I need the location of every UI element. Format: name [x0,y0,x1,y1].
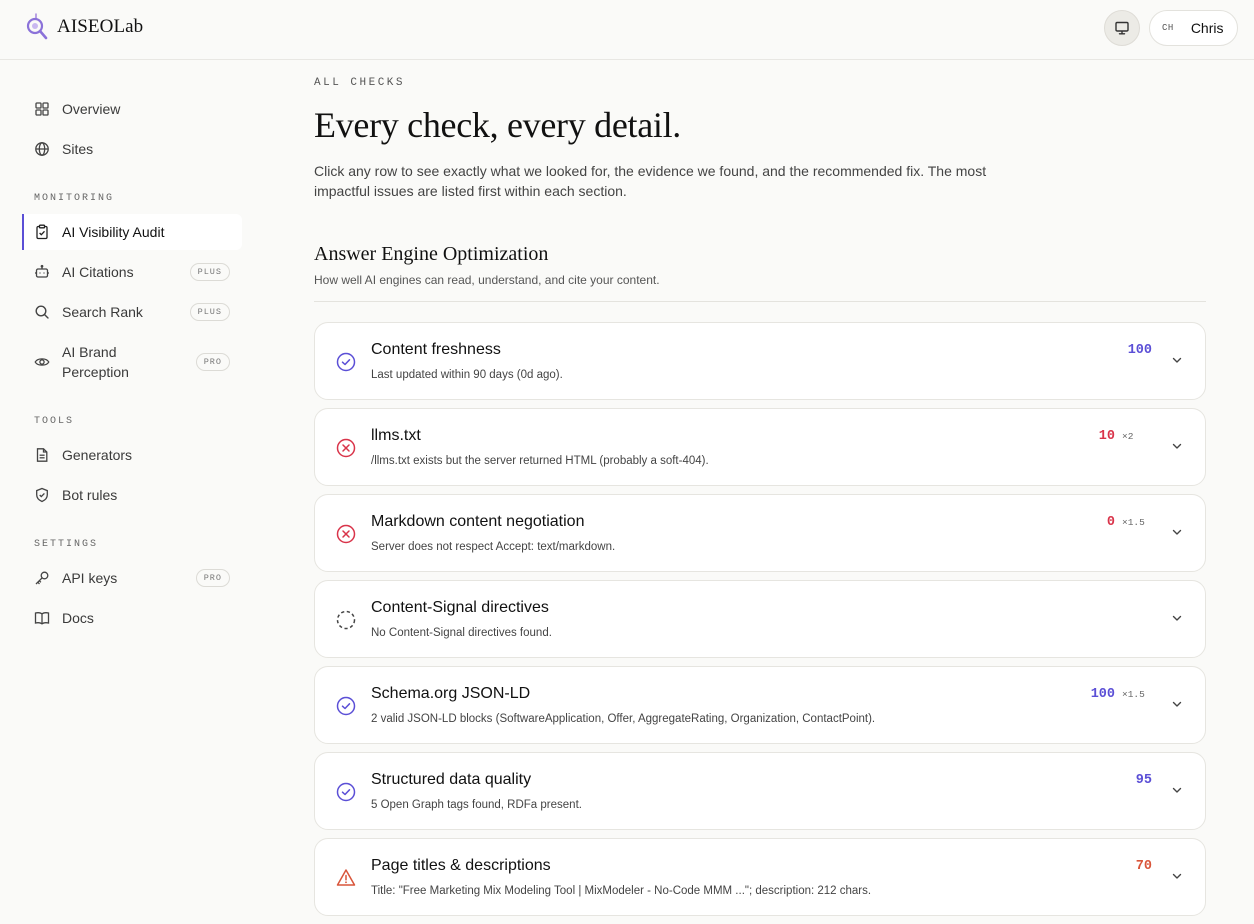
check-description: Server does not respect Accept: text/mar… [371,541,616,553]
sidebar-item-label: Generators [62,447,133,463]
section-label-tools: TOOLS [34,416,75,427]
plan-badge: PRO [195,569,230,587]
check-score: 10 [1098,429,1115,444]
sidebar-item-label: AI Visibility Audit [62,224,165,240]
user-menu-button[interactable]: CH Chris [1149,10,1238,46]
x-circle-icon [336,524,356,544]
check-row[interactable]: Schema.org JSON-LD 2 valid JSON-LD block… [314,666,1206,744]
display-mode-button[interactable] [1104,10,1140,46]
sidebar-item-docs[interactable]: Docs [22,600,242,636]
dashed-circle-icon [336,610,356,630]
check-description: No Content-Signal directives found. [371,627,552,639]
globe-icon [34,141,50,157]
check-row[interactable]: Structured data quality 5 Open Graph tag… [314,752,1206,830]
check-circle-icon [336,352,356,372]
check-weight: ×1.5 [1122,517,1145,528]
x-circle-icon [336,438,356,458]
check-description: 2 valid JSON-LD blocks (SoftwareApplicat… [371,713,876,725]
check-description: Title: "Free Marketing Mix Modeling Tool… [371,885,872,897]
chevron-down-icon[interactable] [1170,611,1184,625]
check-title: llms.txt [371,427,421,444]
sidebar-item-sites[interactable]: Sites [22,131,242,167]
sidebar-item-generators[interactable]: Generators [22,437,242,473]
check-score: 0 [1106,515,1115,530]
sidebar-item-label: Search Rank [62,304,143,320]
sidebar-item-overview[interactable]: Overview [22,91,242,127]
check-score: 70 [1135,859,1152,874]
shield-check-icon [34,487,50,503]
check-title: Content-Signal directives [371,599,549,616]
check-description: Last updated within 90 days (0d ago). [371,369,563,381]
bot-icon [34,264,50,280]
grid-icon [34,101,50,117]
search-icon [34,304,50,320]
sidebar: Overview Sites MONITORING AI Visibility … [0,61,260,924]
check-title: Page titles & descriptions [371,857,551,874]
clipboard-check-icon [34,224,50,240]
check-circle-icon [336,696,356,716]
top-bar: AISEOLab CH Chris [0,0,1254,60]
plan-badge: PRO [195,353,230,371]
check-score: 100 [1090,687,1115,702]
check-score: 95 [1135,773,1152,788]
file-text-icon [34,447,50,463]
check-row[interactable]: Content-Signal directives No Content-Sig… [314,580,1206,658]
sidebar-item-ai-citations[interactable]: AI Citations PLUS [22,254,242,290]
check-weight: ×2 [1122,431,1134,442]
section-title: Answer Engine Optimization [314,243,549,265]
check-title: Content freshness [371,341,501,358]
check-row[interactable]: Content freshness Last updated within 90… [314,322,1206,400]
check-description: /llms.txt exists but the server returned… [371,455,709,467]
section-divider [314,301,1206,302]
check-score: 100 [1127,343,1152,358]
check-title: Schema.org JSON-LD [371,685,531,702]
chevron-down-icon[interactable] [1170,439,1184,453]
check-circle-icon [336,782,356,802]
book-icon [34,610,50,626]
check-title: Structured data quality [371,771,532,788]
section-subtitle: How well AI engines can read, understand… [314,273,660,287]
plan-badge: PLUS [189,263,230,281]
sidebar-item-label: Bot rules [62,487,118,503]
chevron-down-icon[interactable] [1170,869,1184,883]
user-name: Chris [1190,20,1224,36]
sidebar-item-label: AI Citations [62,264,134,280]
check-title: Markdown content negotiation [371,513,585,530]
section-label-monitoring: MONITORING [34,193,115,204]
check-description: 5 Open Graph tags found, RDFa present. [371,799,582,811]
page-eyebrow: ALL CHECKS [314,77,406,89]
brand-name: AISEOLab [57,16,144,37]
sidebar-item-api-keys[interactable]: API keys PRO [22,560,242,596]
page-title: Every check, every detail. [314,105,682,145]
magnifier-logo-icon [26,13,48,40]
check-weight: ×1.5 [1122,689,1145,700]
sidebar-item-label: AI Brand Perception [62,344,129,380]
eye-icon [34,354,50,370]
sidebar-item-label: Sites [62,141,94,157]
sidebar-item-ai-visibility-audit[interactable]: AI Visibility Audit [22,214,242,250]
key-icon [34,570,50,586]
sidebar-item-search-rank[interactable]: Search Rank PLUS [22,294,242,330]
section-label-settings: SETTINGS [34,539,99,550]
check-row[interactable]: Page titles & descriptions Title: "Free … [314,838,1206,916]
brand[interactable]: AISEOLab [24,13,143,41]
avatar: CH [1162,23,1174,33]
chevron-down-icon[interactable] [1170,353,1184,367]
chevron-down-icon[interactable] [1170,783,1184,797]
sidebar-item-label: Overview [62,101,121,117]
warning-triangle-icon [336,869,356,886]
plan-badge: PLUS [189,303,230,321]
check-row[interactable]: Markdown content negotiation Server does… [314,494,1206,572]
chevron-down-icon[interactable] [1170,525,1184,539]
sidebar-item-label: Docs [62,610,94,626]
sidebar-item-bot-rules[interactable]: Bot rules [22,477,242,513]
page-description: Click any row to see exactly what we loo… [314,163,987,199]
sidebar-item-label: API keys [62,570,118,586]
chevron-down-icon[interactable] [1170,697,1184,711]
check-row[interactable]: llms.txt /llms.txt exists but the server… [314,408,1206,486]
sidebar-item-ai-brand-perception[interactable]: AI Brand Perception PRO [22,338,242,386]
monitor-icon [1115,21,1129,35]
